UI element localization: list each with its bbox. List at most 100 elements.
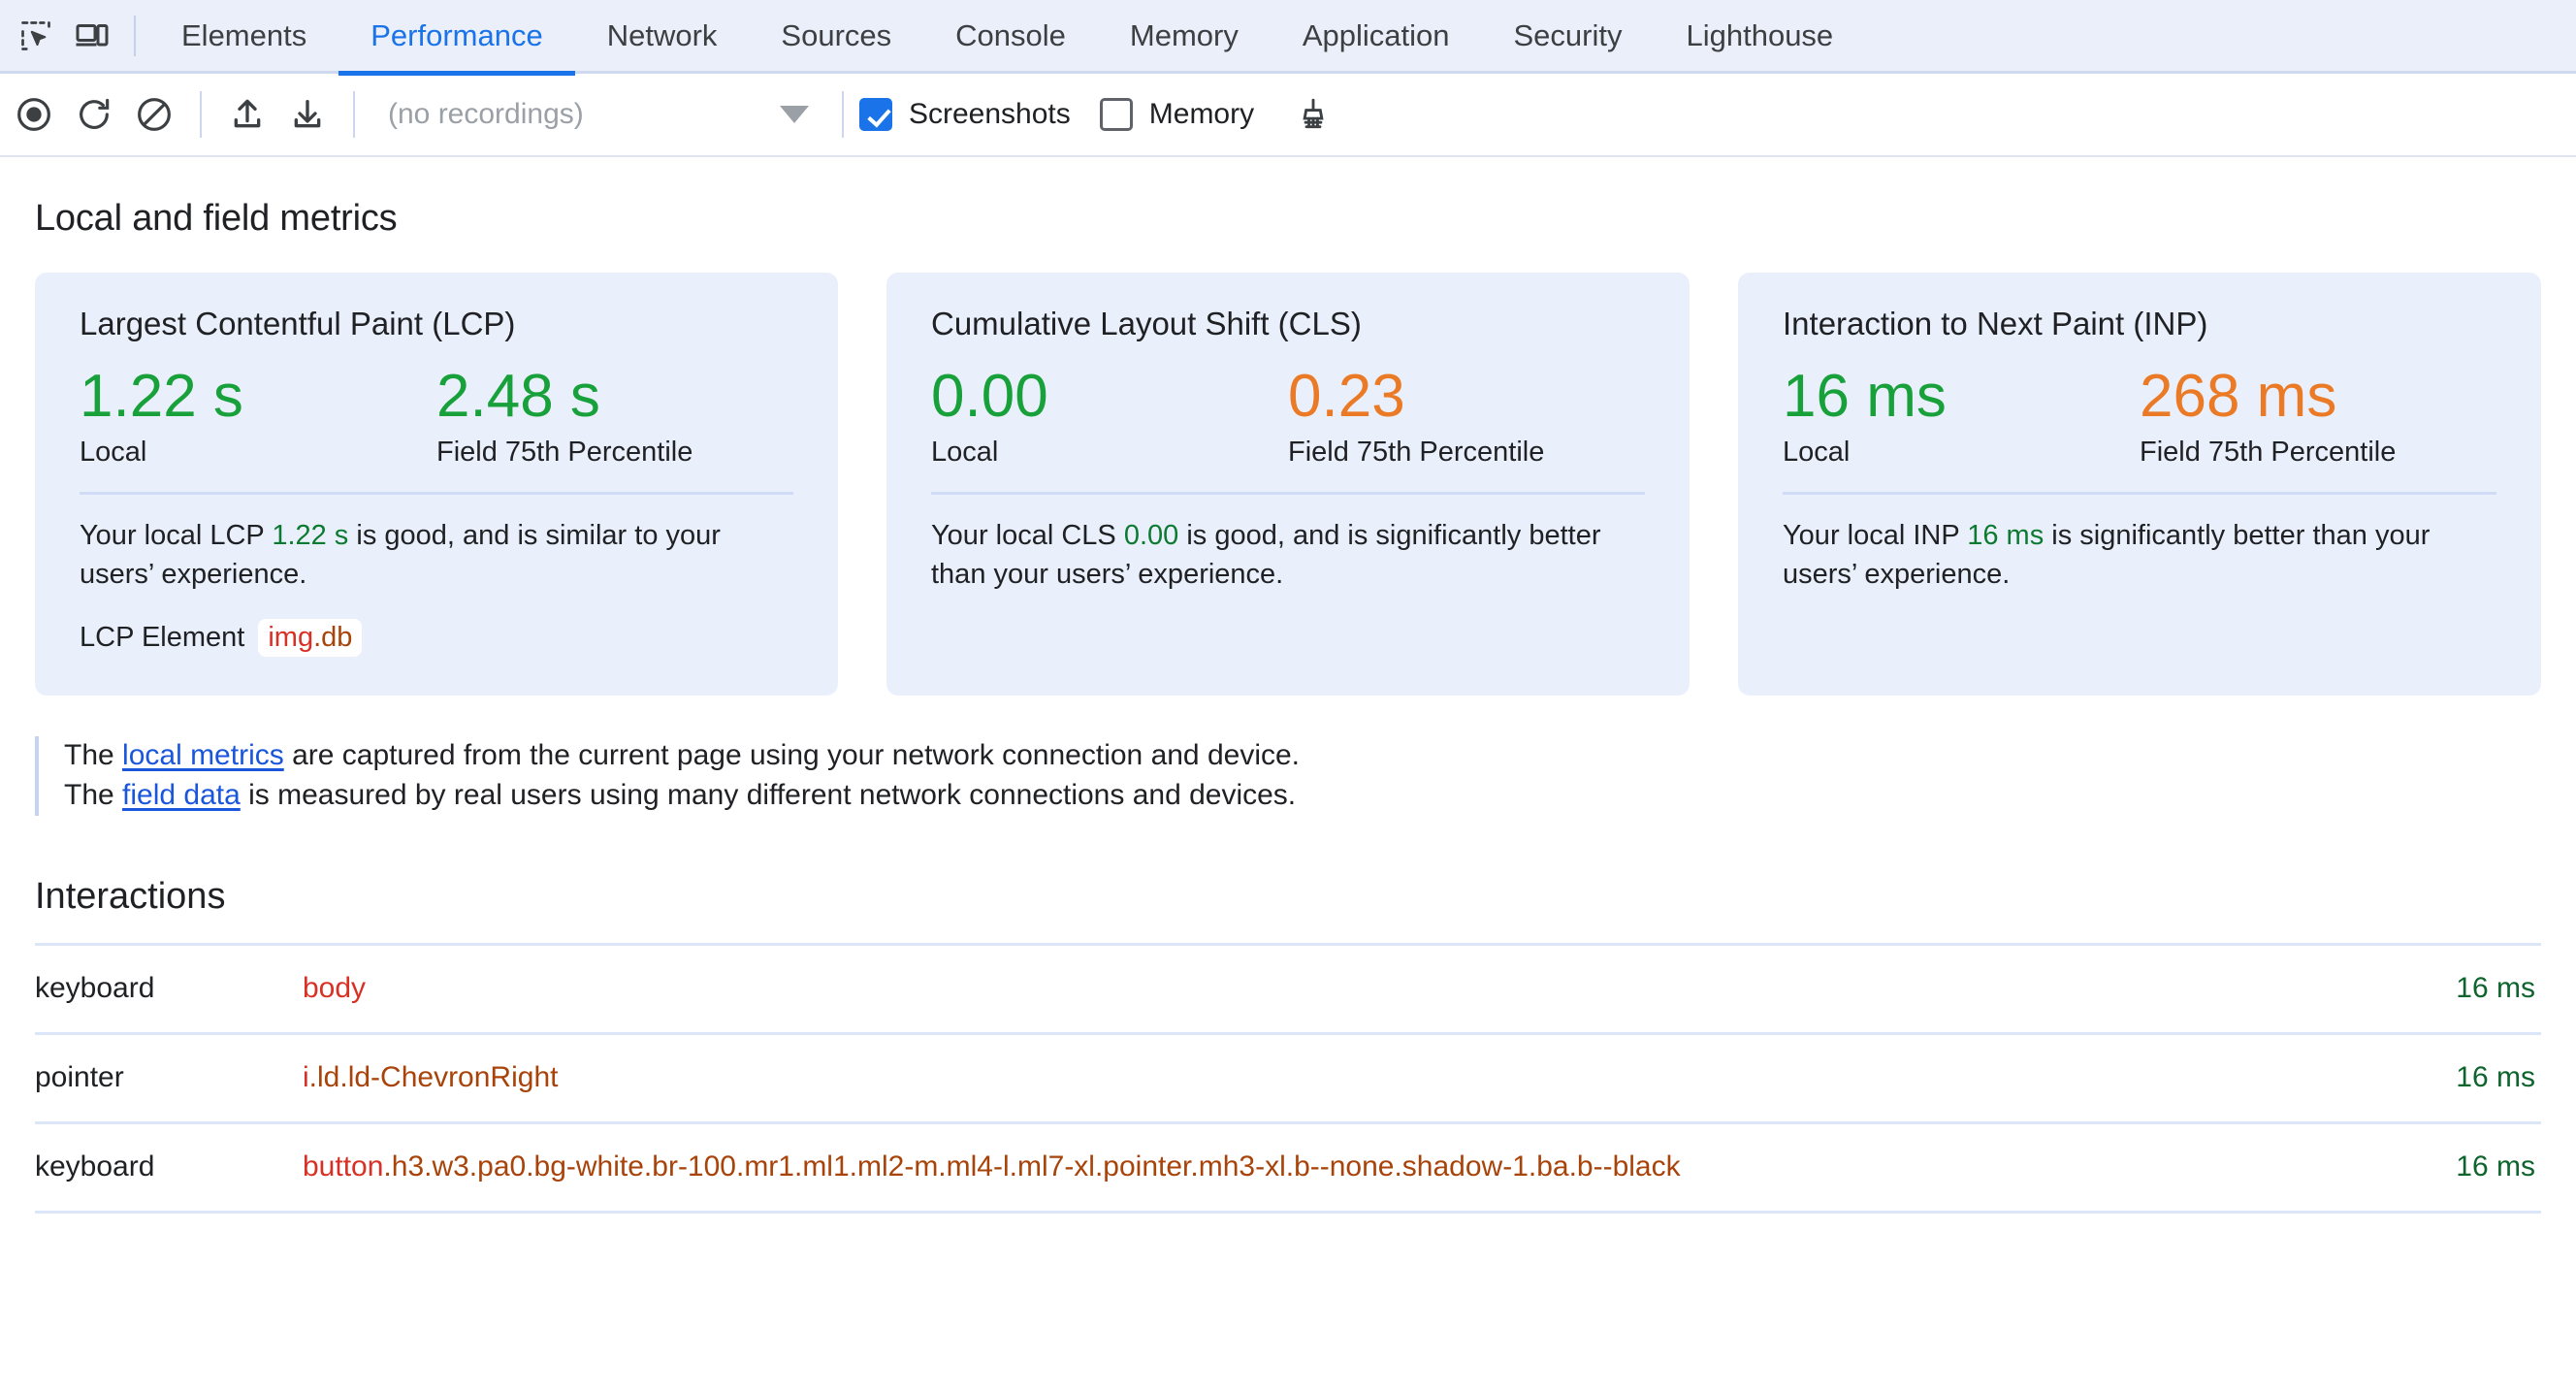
collect-garbage-icon[interactable] xyxy=(1283,84,1343,145)
interaction-selector[interactable]: i.ld.ld-ChevronRight xyxy=(303,1061,2456,1094)
desc-pre: Your local LCP xyxy=(80,520,273,552)
toolbar-divider xyxy=(200,91,202,138)
note-line-local: The local metrics are captured from the … xyxy=(64,736,2541,776)
metric-card-cls: Cumulative Layout Shift (CLS) 0.00 Local… xyxy=(886,273,1690,696)
note-pre: The xyxy=(64,779,123,812)
tab-label: Security xyxy=(1513,17,1623,52)
metrics-cards: Largest Contentful Paint (LCP) 1.22 s Lo… xyxy=(35,273,2541,696)
toolbar-separator xyxy=(134,15,136,56)
field-metric: 268 ms Field 75th Percentile xyxy=(2140,362,2496,469)
reload-and-record-button[interactable] xyxy=(64,84,124,145)
selector-classes: .db xyxy=(313,622,353,654)
recordings-dropdown[interactable]: (no recordings) xyxy=(370,87,826,142)
tab-sources[interactable]: Sources xyxy=(749,0,923,73)
interaction-selector[interactable]: body xyxy=(303,972,2456,1005)
devtools-tab-bar: Elements Performance Network Sources Con… xyxy=(0,0,2576,76)
interactions-table: keyboard body 16 ms pointer i.ld.ld-Chev… xyxy=(35,942,2541,1214)
tab-application[interactable]: Application xyxy=(1271,0,1482,73)
card-title: Interaction to Next Paint (INP) xyxy=(1783,306,2208,341)
field-data-link[interactable]: field data xyxy=(122,779,241,811)
checkbox-box xyxy=(1099,98,1133,131)
metric-values: 1.22 s Local 2.48 s Field 75th Percentil… xyxy=(80,362,793,469)
desc-value: 1.22 s xyxy=(272,520,349,552)
selector-tag: body xyxy=(303,972,367,1005)
interaction-selector[interactable]: button.h3.w3.pa0.bg-white.br-100.mr1.ml1… xyxy=(303,1150,2456,1183)
interaction-duration: 16 ms xyxy=(2456,1150,2535,1183)
inspect-element-icon[interactable] xyxy=(8,8,64,64)
field-value: 268 ms xyxy=(2140,363,2337,430)
selector-classes: .ld.ld-ChevronRight xyxy=(308,1061,559,1094)
local-value: 0.00 xyxy=(931,363,1048,430)
field-label: Field 75th Percentile xyxy=(436,437,693,469)
metric-card-lcp: Largest Contentful Paint (LCP) 1.22 s Lo… xyxy=(35,273,838,696)
local-value: 16 ms xyxy=(1783,363,1947,430)
interaction-type: keyboard xyxy=(35,972,155,1005)
page-title: Local and field metrics xyxy=(35,198,398,239)
record-button[interactable] xyxy=(4,84,64,145)
screenshots-checkbox[interactable]: Screenshots xyxy=(859,98,1071,131)
metric-values: 16 ms Local 268 ms Field 75th Percentile xyxy=(1783,362,2496,469)
field-label: Field 75th Percentile xyxy=(1288,437,1545,469)
note-pre: The xyxy=(64,739,123,772)
import-profile-icon[interactable] xyxy=(217,84,277,145)
selector-tag: i xyxy=(303,1061,309,1094)
tab-lighthouse[interactable]: Lighthouse xyxy=(1654,0,1865,73)
tab-memory[interactable]: Memory xyxy=(1098,0,1271,73)
clear-button[interactable] xyxy=(124,84,184,145)
tab-label: Application xyxy=(1302,17,1450,52)
tab-label: Memory xyxy=(1129,17,1239,52)
table-row[interactable]: keyboard body 16 ms xyxy=(35,946,2541,1035)
panel-tabs: Elements Performance Network Sources Con… xyxy=(149,0,1865,76)
desc-pre: Your local INP xyxy=(1783,520,1968,552)
card-description: Your local INP 16 ms is significantly be… xyxy=(1783,516,2496,594)
table-row[interactable]: keyboard button.h3.w3.pa0.bg-white.br-10… xyxy=(35,1124,2541,1214)
field-metric: 2.48 s Field 75th Percentile xyxy=(436,362,793,469)
screenshots-label: Screenshots xyxy=(909,98,1071,130)
card-divider xyxy=(1783,492,2496,496)
metrics-info-note: The local metrics are captured from the … xyxy=(35,736,2541,816)
card-divider xyxy=(931,492,1645,496)
local-metrics-link[interactable]: local metrics xyxy=(122,739,284,771)
note-post: are captured from the current page using… xyxy=(283,739,1301,772)
interaction-duration: 16 ms xyxy=(2456,1061,2535,1094)
desc-value: 0.00 xyxy=(1123,520,1179,552)
tab-network[interactable]: Network xyxy=(575,0,750,73)
performance-main-content: Local and field metrics Largest Contentf… xyxy=(0,198,2576,1214)
tab-label: Elements xyxy=(181,17,307,52)
interaction-type: pointer xyxy=(35,1061,124,1094)
lcp-element-label: LCP Element xyxy=(80,622,245,654)
tab-security[interactable]: Security xyxy=(1482,0,1655,73)
local-label: Local xyxy=(80,437,147,469)
card-description: Your local CLS 0.00 is good, and is sign… xyxy=(931,516,1645,594)
desc-value: 16 ms xyxy=(1967,520,2045,552)
tab-label: Performance xyxy=(370,17,543,52)
toolbar-divider xyxy=(842,91,844,138)
interaction-type: keyboard xyxy=(35,1150,155,1183)
lcp-element-selector[interactable]: img.db xyxy=(258,619,363,658)
local-metric: 1.22 s Local xyxy=(80,362,436,469)
note-line-field: The field data is measured by real users… xyxy=(64,776,2541,816)
selector-tag: button xyxy=(303,1150,384,1183)
memory-label: Memory xyxy=(1148,98,1255,130)
card-divider xyxy=(80,492,793,496)
interaction-duration: 16 ms xyxy=(2456,972,2535,1005)
chevron-down-icon xyxy=(780,106,809,123)
field-metric: 0.23 Field 75th Percentile xyxy=(1288,362,1645,469)
tab-elements[interactable]: Elements xyxy=(149,0,338,73)
tab-label: Console xyxy=(955,17,1066,52)
table-row[interactable]: pointer i.ld.ld-ChevronRight 16 ms xyxy=(35,1035,2541,1124)
local-metric: 16 ms Local xyxy=(1783,362,2140,469)
card-title: Cumulative Layout Shift (CLS) xyxy=(931,306,1362,341)
device-toolbar-icon[interactable] xyxy=(64,8,120,64)
memory-checkbox[interactable]: Memory xyxy=(1099,98,1255,131)
export-profile-icon[interactable] xyxy=(277,84,338,145)
tab-console[interactable]: Console xyxy=(923,0,1098,73)
desc-pre: Your local CLS xyxy=(931,520,1124,552)
local-value: 1.22 s xyxy=(80,363,243,430)
metric-card-inp: Interaction to Next Paint (INP) 16 ms Lo… xyxy=(1738,273,2541,696)
local-metric: 0.00 Local xyxy=(931,362,1288,469)
note-post: is measured by real users using many dif… xyxy=(240,779,1297,812)
tab-performance[interactable]: Performance xyxy=(338,0,576,76)
field-value: 2.48 s xyxy=(436,363,600,430)
tab-label: Network xyxy=(606,17,718,52)
